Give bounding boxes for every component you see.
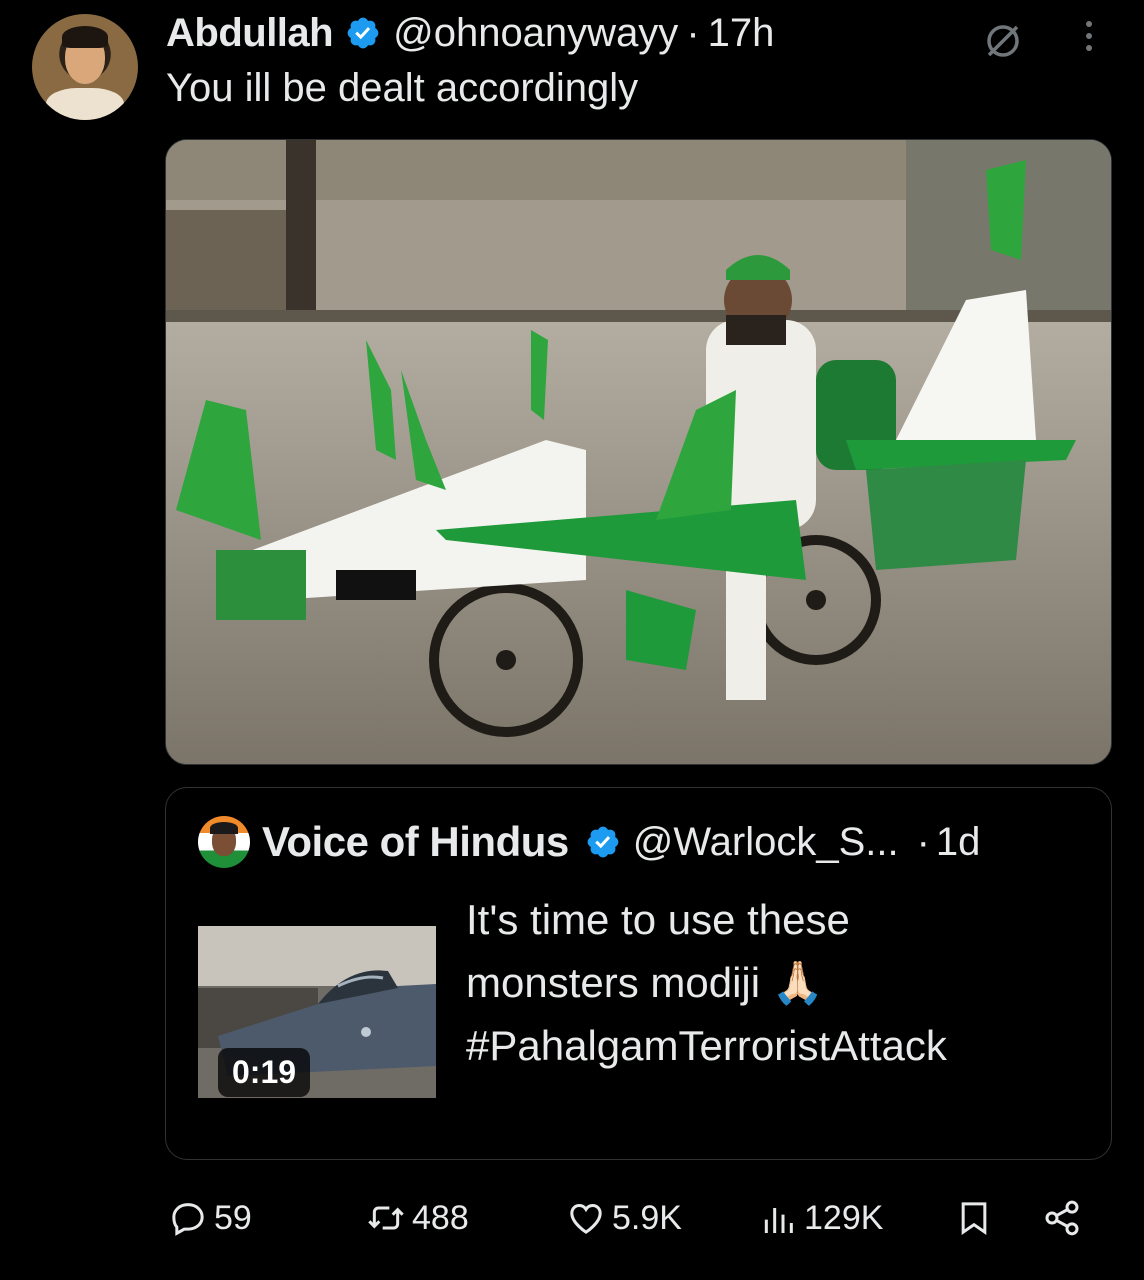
quoted-tweet-text-line: It's time to use these bbox=[466, 896, 850, 943]
like-button[interactable]: 5.9K bbox=[566, 1190, 682, 1246]
more-options-icon[interactable] bbox=[1078, 16, 1100, 56]
quoted-separator-dot: · bbox=[916, 819, 930, 864]
separator-dot: · bbox=[686, 10, 700, 55]
views-count: 129K bbox=[804, 1198, 884, 1237]
author-display-name[interactable]: Abdullah bbox=[166, 11, 334, 56]
retweet-icon bbox=[368, 1206, 404, 1230]
verified-badge-icon bbox=[347, 17, 379, 49]
retweet-count: 488 bbox=[412, 1198, 469, 1237]
reply-button[interactable]: 59 bbox=[168, 1190, 252, 1246]
quoted-author-display-name[interactable]: Voice of Hindus bbox=[262, 818, 569, 866]
tweet-action-bar: 59 488 5.9K 129K bbox=[0, 1190, 1144, 1246]
quoted-tweet-card[interactable]: Voice of Hindus @Warlock_S... · 1d 0:19 bbox=[165, 787, 1112, 1160]
tweet-text: You ill be dealt accordingly bbox=[166, 66, 639, 110]
reply-count: 59 bbox=[214, 1198, 252, 1237]
share-button[interactable] bbox=[1042, 1190, 1082, 1246]
tweet-header: Abdullah @ohnoanywayy · 17h bbox=[166, 8, 1104, 58]
share-icon bbox=[1045, 1200, 1079, 1236]
grok-icon[interactable] bbox=[982, 20, 1024, 62]
author-avatar[interactable] bbox=[32, 14, 138, 120]
like-count: 5.9K bbox=[612, 1198, 682, 1237]
quoted-tweet-time[interactable]: 1d bbox=[936, 820, 981, 865]
reply-icon bbox=[172, 1203, 204, 1236]
quoted-tweet-text-line: monsters modiji 🙏🏻 bbox=[466, 959, 825, 1006]
quoted-video-thumbnail[interactable]: 0:19 bbox=[198, 926, 436, 1098]
author-handle[interactable]: @ohnoanywayy bbox=[393, 11, 678, 56]
bookmark-button[interactable] bbox=[954, 1190, 994, 1246]
tweet-time[interactable]: 17h bbox=[708, 11, 775, 56]
retweet-button[interactable]: 488 bbox=[366, 1190, 469, 1246]
quoted-tweet-header: Voice of Hindus @Warlock_S... · 1d bbox=[262, 814, 980, 870]
video-duration-badge: 0:19 bbox=[218, 1048, 311, 1097]
views-chart-icon bbox=[764, 1208, 793, 1233]
tweet-media-image[interactable] bbox=[165, 139, 1112, 765]
views-button[interactable]: 129K bbox=[758, 1190, 883, 1246]
heart-icon bbox=[570, 1203, 602, 1234]
quoted-verified-badge-icon bbox=[587, 826, 619, 858]
quoted-tweet-text: It's time to use these monsters modiji 🙏… bbox=[466, 888, 1086, 1077]
quoted-tweet-hashtag[interactable]: #PahalgamTerroristAttack bbox=[466, 1014, 1086, 1077]
quoted-author-handle[interactable]: @Warlock_S... bbox=[633, 820, 899, 865]
bookmark-icon bbox=[961, 1202, 987, 1236]
tweet[interactable]: Abdullah @ohnoanywayy · 17h You ill be d… bbox=[0, 0, 1144, 1280]
quoted-author-avatar[interactable] bbox=[198, 816, 250, 868]
